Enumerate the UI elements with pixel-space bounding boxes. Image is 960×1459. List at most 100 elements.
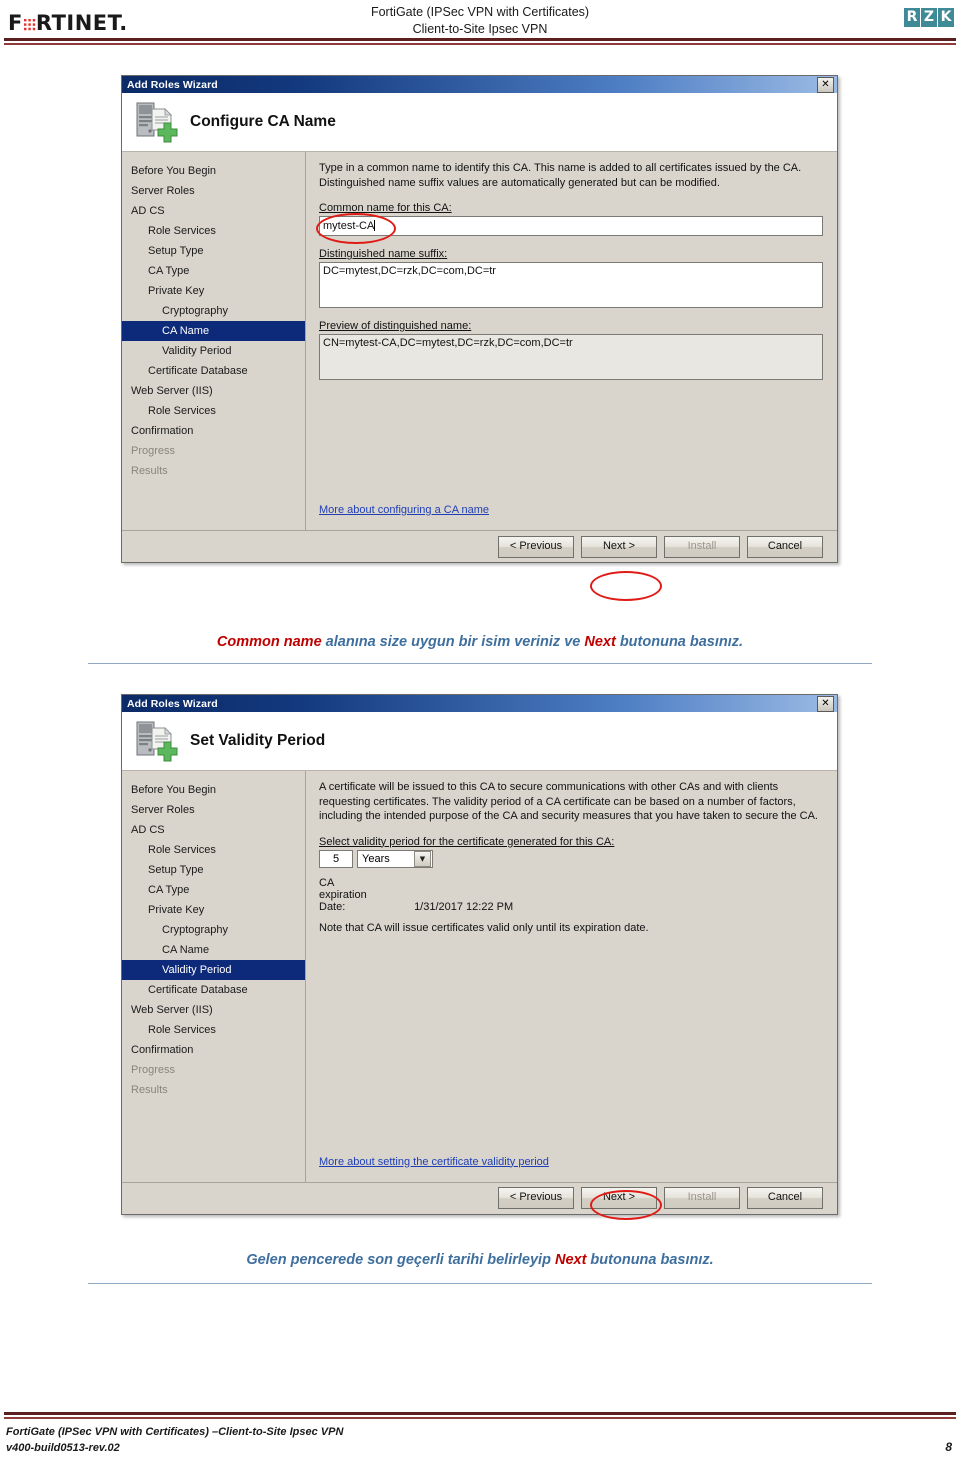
- validity-unit-select[interactable]: Years ▼: [357, 849, 433, 868]
- dialog2-nav-list[interactable]: Before You Begin Server Roles AD CS Role Se…: [122, 771, 306, 1182]
- nav-item-setup-type[interactable]: Setup Type: [122, 860, 305, 880]
- validity-period-label: Select validity period for the certifica…: [319, 835, 615, 848]
- nav-item-validity-period[interactable]: Validity Period: [122, 960, 305, 980]
- annotation-ellipse-next-button-1: [590, 571, 662, 601]
- nav-item-ca-type[interactable]: CA Type: [122, 880, 305, 900]
- validity-period-input[interactable]: 5: [319, 849, 353, 868]
- nav-item-private-key[interactable]: Private Key: [122, 281, 305, 301]
- rzk-letter-r: R: [904, 8, 920, 27]
- nav-item-validity-period[interactable]: Validity Period: [122, 341, 305, 361]
- nav-item-confirmation[interactable]: Confirmation: [122, 1040, 305, 1060]
- validity-unit-value: Years: [362, 852, 390, 865]
- nav-item-before-you-begin[interactable]: Before You Begin: [122, 161, 305, 181]
- dialog1-nav-list[interactable]: Before You Begin Server Roles AD CS Role Se…: [122, 152, 306, 530]
- caption2-part3: butonuna basınız.: [586, 1252, 714, 1268]
- nav-item-role-services[interactable]: Role Services: [122, 401, 305, 421]
- dn-suffix-input[interactable]: DC=mytest,DC=rzk,DC=com,DC=tr: [319, 262, 823, 308]
- rzk-letter-z: Z: [921, 8, 937, 27]
- cancel-button[interactable]: Cancel: [747, 535, 823, 558]
- rzk-letter-k: K: [938, 8, 954, 27]
- ca-expiration-label: CA expiration Date:: [319, 876, 367, 913]
- dn-preview-label: Preview of distinguished name:: [319, 320, 472, 332]
- nav-item-web-server-iis[interactable]: Web Server (IIS): [122, 381, 305, 401]
- nav-item-role-services[interactable]: Role Services: [122, 840, 305, 860]
- caption1-part4: butonuna basınız.: [615, 634, 744, 650]
- close-icon[interactable]: ✕: [817, 696, 834, 712]
- nav-item-certificate-database[interactable]: Certificate Database: [122, 361, 305, 381]
- rzk-logo: R Z K: [904, 8, 954, 27]
- footer-divider-bottom: [4, 1417, 956, 1419]
- nav-item-ca-name[interactable]: CA Name: [122, 321, 305, 341]
- caption-set-validity-period: Gelen pencerede son geçerli tarihi belir…: [88, 1252, 872, 1268]
- dialog2-titlebar: Add Roles Wizard ✕: [122, 695, 837, 712]
- common-name-value: mytest-CA: [323, 220, 375, 232]
- ca-expiration-row: CA expiration Date: 1/31/2017 12:22 PM: [319, 877, 823, 913]
- document-header-title: FortiGate (IPSec VPN with Certificates) …: [0, 4, 960, 38]
- previous-button[interactable]: < Previous: [498, 1187, 574, 1209]
- footer-line-1: FortiGate (IPSec VPN with Certificates) …: [6, 1426, 344, 1438]
- page-number: 8: [945, 1440, 952, 1454]
- header-title-line2: Client-to-Site Ipsec VPN: [412, 22, 548, 36]
- nav-item-results: Results: [131, 1084, 168, 1096]
- text-caret: [374, 220, 376, 231]
- chevron-down-icon[interactable]: ▼: [414, 850, 431, 867]
- dn-preview-value: CN=mytest-CA,DC=mytest,DC=rzk,DC=com,DC=…: [323, 337, 573, 349]
- nav-item-before-you-begin[interactable]: Before You Begin: [122, 780, 305, 800]
- more-about-validity-period-link[interactable]: More about setting the certificate valid…: [319, 1156, 549, 1168]
- nav-item-ad-cs[interactable]: AD CS: [122, 820, 305, 840]
- nav-item-setup-type[interactable]: Setup Type: [122, 241, 305, 261]
- footer-divider-top: [4, 1412, 956, 1415]
- dn-suffix-label: Distinguished name suffix:: [319, 248, 448, 260]
- next-button[interactable]: Next >: [581, 535, 657, 558]
- nav-item-private-key[interactable]: Private Key: [122, 900, 305, 920]
- dialog1-footer: < Previous Next > Install Cancel: [122, 530, 837, 562]
- dialog1-heading: Configure CA Name: [190, 113, 336, 130]
- nav-item-server-roles[interactable]: Server Roles: [122, 800, 305, 820]
- dialog2-banner: Set Validity Period: [122, 712, 837, 771]
- common-name-input[interactable]: mytest-CA: [319, 216, 823, 236]
- nav-item-web-server-iis[interactable]: Web Server (IIS): [122, 1000, 305, 1020]
- nav-item-confirmation[interactable]: Confirmation: [122, 421, 305, 441]
- server-with-green-plus-icon: [136, 721, 178, 762]
- common-name-label: Common name for this CA:: [319, 202, 452, 214]
- caption1-part1: Common name: [216, 634, 322, 650]
- footer-line-2: v400-build0513-rev.02: [6, 1442, 120, 1454]
- nav-item-cryptography[interactable]: Cryptography: [122, 920, 305, 940]
- nav-item-ca-name[interactable]: CA Name: [122, 940, 305, 960]
- nav-item-ca-type[interactable]: CA Type: [122, 261, 305, 281]
- dn-preview-box: CN=mytest-CA,DC=mytest,DC=rzk,DC=com,DC=…: [319, 334, 823, 380]
- caption2-part2: Next: [554, 1252, 587, 1268]
- dialog1-title: Add Roles Wizard: [127, 78, 218, 91]
- validity-period-controls: 5 Years ▼: [319, 849, 823, 868]
- caption-configure-ca-name: Common name alanına size uygun bir isim …: [88, 634, 872, 650]
- dialog1-intro-text: Type in a common name to identify this C…: [319, 162, 802, 189]
- nav-item-ad-cs[interactable]: AD CS: [122, 201, 305, 221]
- dialog2-body: Before You Begin Server Roles AD CS Role Se…: [122, 771, 837, 1182]
- dialog1-body: Before You Begin Server Roles AD CS Role Se…: [122, 152, 837, 530]
- ca-expiration-note: Note that CA will issue certificates val…: [319, 921, 649, 934]
- add-roles-wizard-dialog-ca-name[interactable]: Add Roles Wizard ✕ Configure CA Name Bef…: [121, 75, 838, 563]
- dialog1-titlebar: Add Roles Wizard ✕: [122, 76, 837, 93]
- cancel-button[interactable]: Cancel: [747, 1187, 823, 1209]
- page-header: F RTINET. FortiGate (IPSec VPN with Certi…: [0, 0, 960, 46]
- add-roles-wizard-dialog-validity-period[interactable]: Add Roles Wizard ✕ Set Validity Period B…: [121, 694, 838, 1215]
- header-divider-bottom: [4, 43, 956, 45]
- nav-item-server-roles[interactable]: Server Roles: [122, 181, 305, 201]
- next-button[interactable]: Next >: [581, 1187, 657, 1209]
- caption1-part2: alanına size uygun bir isim veriniz ve: [321, 634, 585, 650]
- nav-item-role-services[interactable]: Role Services: [122, 221, 305, 241]
- dialog2-footer: < Previous Next > Install Cancel: [122, 1181, 837, 1214]
- caption1-divider: [88, 663, 872, 664]
- header-divider-top: [4, 38, 956, 41]
- close-icon[interactable]: ✕: [817, 77, 834, 93]
- more-about-ca-name-link[interactable]: More about configuring a CA name: [319, 504, 489, 516]
- nav-item-cryptography[interactable]: Cryptography: [122, 301, 305, 321]
- install-button: Install: [664, 1187, 740, 1209]
- previous-button[interactable]: < Previous: [498, 535, 574, 558]
- nav-item-certificate-database[interactable]: Certificate Database: [122, 980, 305, 1000]
- nav-item-role-services[interactable]: Role Services: [122, 1020, 305, 1040]
- dn-suffix-value: DC=mytest,DC=rzk,DC=com,DC=tr: [323, 265, 496, 277]
- dialog2-heading: Set Validity Period: [190, 732, 326, 749]
- nav-item-progress: Progress: [131, 1064, 176, 1076]
- server-with-green-plus-icon: [136, 102, 178, 143]
